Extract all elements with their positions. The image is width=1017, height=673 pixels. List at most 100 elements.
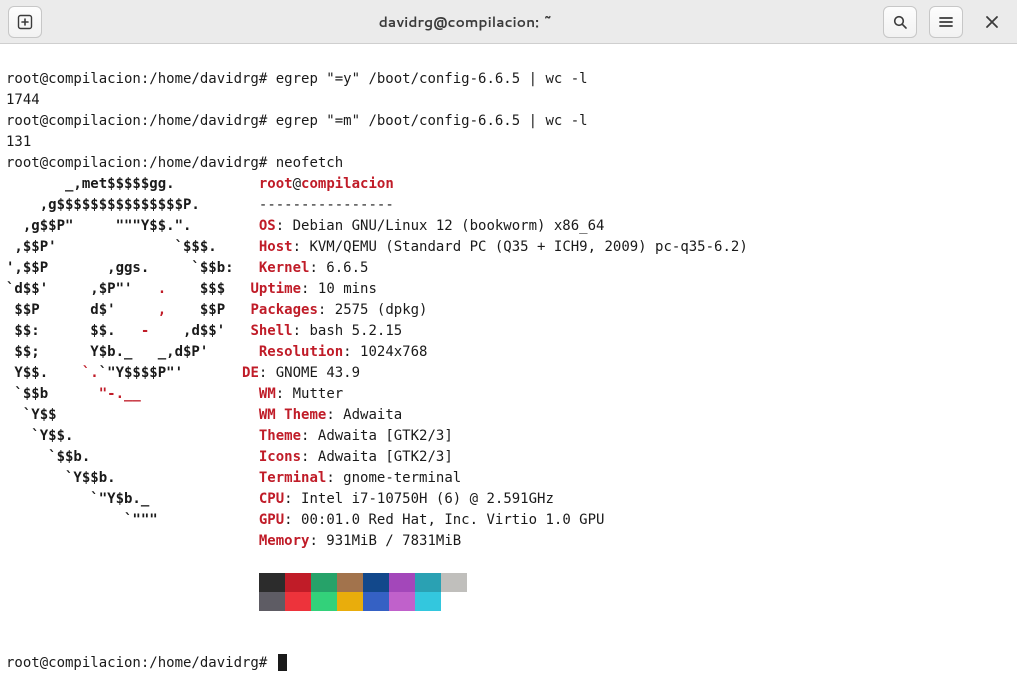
logo-line: $$; Y$b._ _,d$P' <box>6 344 208 360</box>
neofetch-user: root <box>259 176 293 192</box>
terminal-cursor <box>278 654 287 671</box>
neofetch-label: DE <box>242 365 259 381</box>
cmd-output: 131 <box>6 134 31 150</box>
pad <box>183 365 242 381</box>
pad <box>73 428 258 444</box>
logo-line: $$P <box>166 302 225 318</box>
logo-line: $$$ <box>166 281 225 297</box>
color-swatch <box>337 592 363 611</box>
color-swatch <box>311 592 337 611</box>
pad <box>57 407 259 423</box>
pad <box>200 197 259 213</box>
cmd-line: neofetch <box>267 155 343 171</box>
prompt: root@compilacion:/home/davidrg# <box>6 155 267 171</box>
logo-line: ',$$P ,ggs. `$$b: <box>6 260 234 276</box>
window-title: davidrg@compilacion: ~ <box>379 12 553 32</box>
neofetch-value: : KVM/QEMU (Standard PC (Q35 + ICH9, 200… <box>293 239 748 255</box>
neofetch-value: : 00:01.0 Red Hat, Inc. Virtio 1.0 GPU <box>284 512 604 528</box>
window-titlebar: davidrg@compilacion: ~ <box>0 0 1017 44</box>
color-swatch <box>389 592 415 611</box>
cmd-line: egrep "=y" /boot/config-6.6.5 | wc -l <box>267 71 587 87</box>
logo-line: ,$$P' `$$$. <box>6 239 217 255</box>
color-swatch <box>363 573 389 592</box>
close-icon <box>985 15 999 29</box>
cmd-output: 1744 <box>6 92 40 108</box>
pad <box>149 491 259 507</box>
neofetch-value: : 10 mins <box>301 281 377 297</box>
pad <box>158 512 259 528</box>
logo-line: _,met$$$$$gg. <box>6 176 175 192</box>
neofetch-label: Terminal <box>259 470 326 486</box>
color-swatch <box>441 592 467 611</box>
neofetch-value: : Mutter <box>276 386 343 402</box>
neofetch-value: : GNOME 43.9 <box>259 365 360 381</box>
hamburger-icon <box>938 14 954 30</box>
pad <box>225 323 250 339</box>
logo-line: `"Y$$$$P"' <box>99 365 183 381</box>
neofetch-label: Shell <box>250 323 292 339</box>
logo-line: `""" <box>6 512 158 528</box>
at-sign: @ <box>293 176 301 192</box>
terminal-viewport[interactable]: root@compilacion:/home/davidrg# egrep "=… <box>0 44 1017 673</box>
neofetch-label: Kernel <box>259 260 310 276</box>
menu-button[interactable] <box>929 6 963 38</box>
neofetch-value: : gnome-terminal <box>326 470 461 486</box>
color-swatch <box>285 592 311 611</box>
logo-line: ,g$$$$$$$$$$$$$$$P. <box>6 197 200 213</box>
color-swatch <box>337 573 363 592</box>
color-swatch <box>415 592 441 611</box>
neofetch-value: : 6.6.5 <box>309 260 368 276</box>
neofetch-label: Uptime <box>250 281 301 297</box>
prompt: root@compilacion:/home/davidrg# <box>6 71 267 87</box>
new-tab-button[interactable] <box>8 6 42 38</box>
color-swatch <box>311 573 337 592</box>
search-button[interactable] <box>883 6 917 38</box>
logo-line: ,d$$' <box>149 323 225 339</box>
pad <box>90 449 259 465</box>
pad <box>175 176 259 192</box>
plus-tab-icon <box>17 14 33 30</box>
color-swatch <box>363 592 389 611</box>
pad <box>225 302 250 318</box>
neofetch-value: : Debian GNU/Linux 12 (bookworm) x86_64 <box>276 218 605 234</box>
color-swatch <box>285 573 311 592</box>
logo-line: `Y$$. <box>6 428 73 444</box>
close-button[interactable] <box>975 6 1009 38</box>
search-icon <box>892 14 908 30</box>
neofetch-value: : 1024x768 <box>343 344 427 360</box>
logo-line: ,g$$P" """Y$$.". <box>6 218 191 234</box>
logo-accent: "-.__ <box>99 386 141 402</box>
titlebar-right-group <box>883 6 1009 38</box>
neofetch-label: WM <box>259 386 276 402</box>
neofetch-label: CPU <box>259 491 284 507</box>
neofetch-value: : Adwaita <box>326 407 402 423</box>
neofetch-label: WM Theme <box>259 407 326 423</box>
neofetch-host: compilacion <box>301 176 394 192</box>
pad <box>234 260 259 276</box>
logo-line: `$$b. <box>6 449 90 465</box>
neofetch-label: Host <box>259 239 293 255</box>
logo-accent: . <box>158 281 166 297</box>
pad <box>6 575 259 591</box>
pad <box>6 533 259 549</box>
logo-line: `Y$$ <box>6 407 57 423</box>
neofetch-label: Packages <box>250 302 317 318</box>
pad <box>208 344 259 360</box>
logo-line: $$P d$' <box>6 302 158 318</box>
neofetch-label: Memory <box>259 533 310 549</box>
neofetch-value: : bash 5.2.15 <box>293 323 403 339</box>
neofetch-value: : Adwaita [GTK2/3] <box>301 428 453 444</box>
color-swatch <box>441 573 467 592</box>
cmd-line: egrep "=m" /boot/config-6.6.5 | wc -l <box>267 113 587 129</box>
neofetch-value: : Adwaita [GTK2/3] <box>301 449 453 465</box>
neofetch-label: Resolution <box>259 344 343 360</box>
pad <box>116 470 259 486</box>
logo-line: `d$$' ,$P"' <box>6 281 158 297</box>
neofetch-value: : 2575 (dpkg) <box>318 302 428 318</box>
logo-line: `Y$$b. <box>6 470 116 486</box>
pad <box>191 218 258 234</box>
color-swatch <box>259 592 285 611</box>
logo-accent: `. <box>82 365 99 381</box>
logo-line: `$$b <box>6 386 99 402</box>
logo-line: $$: $$. <box>6 323 141 339</box>
